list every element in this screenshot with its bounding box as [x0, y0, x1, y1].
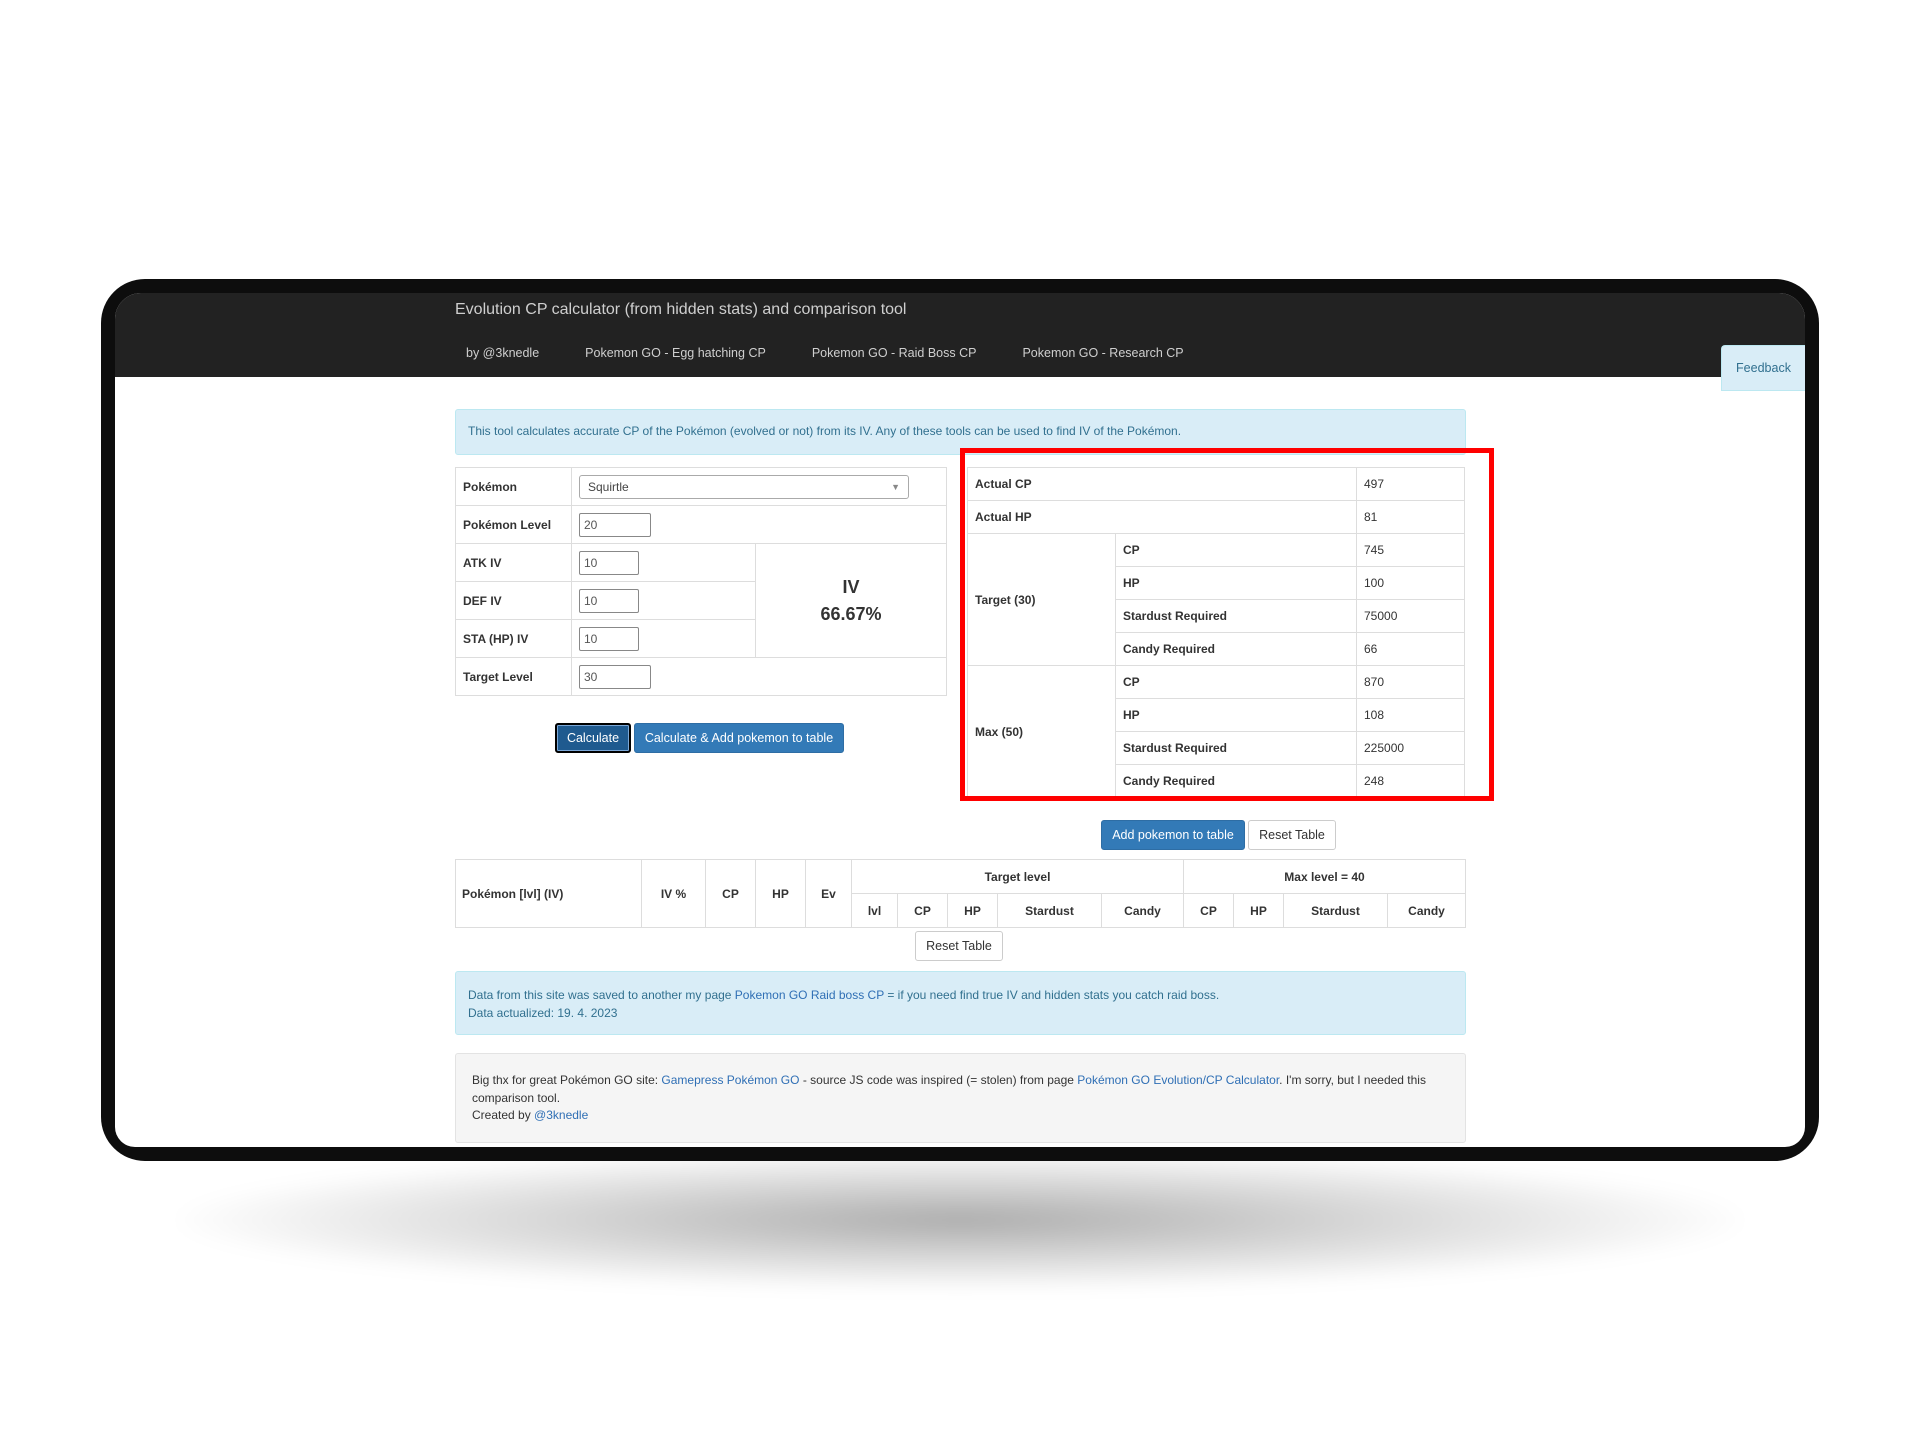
- pokemon-select-value: Squirtle: [588, 479, 629, 494]
- iv-title: IV: [842, 576, 860, 597]
- max-candy-label: Candy Required: [1115, 764, 1357, 798]
- max-stardust-value: 225000: [1356, 731, 1465, 765]
- col-pokemon[interactable]: Pokémon [lvl] (IV): [455, 859, 642, 928]
- atk-input-cell: [571, 543, 756, 582]
- browser-screen: Evolution CP calculator (from hidden sta…: [115, 293, 1805, 1147]
- nav-links: by @3knedle Pokemon GO - Egg hatching CP…: [456, 346, 1194, 360]
- max-group-label: Max (50): [967, 665, 1116, 798]
- col-target-candy[interactable]: Candy: [1101, 893, 1184, 928]
- target-stardust-label: Stardust Required: [1115, 599, 1357, 633]
- target-group-label: Target (30): [967, 533, 1116, 666]
- add-pokemon-button[interactable]: Add pokemon to table: [1101, 820, 1245, 850]
- max-hp-value: 108: [1356, 698, 1465, 732]
- group-max-level: Max level = 40: [1183, 859, 1466, 894]
- credits-text: Big thx for great Pokémon GO site: Gamep…: [472, 1072, 1449, 1107]
- target-hp-value: 100: [1356, 566, 1465, 600]
- col-max-candy[interactable]: Candy: [1387, 893, 1466, 928]
- data-alert-text: Data from this site was saved to another…: [468, 988, 735, 1002]
- group-target-level: Target level: [851, 859, 1184, 894]
- actual-cp-label: Actual CP: [967, 467, 1357, 501]
- max-hp-label: HP: [1115, 698, 1357, 732]
- target-candy-label: Candy Required: [1115, 632, 1357, 666]
- atk-label: ATK IV: [455, 543, 572, 582]
- raid-boss-cp-link[interactable]: Pokemon GO Raid boss CP: [735, 988, 884, 1002]
- col-target-stardust[interactable]: Stardust: [997, 893, 1102, 928]
- target-level-label: Target Level: [455, 657, 572, 696]
- credits-mid: - source JS code was inspired (= stolen)…: [799, 1073, 1078, 1087]
- created-by-text: Created by: [472, 1108, 535, 1122]
- actual-cp-value: 497: [1356, 467, 1465, 501]
- pokemon-select[interactable]: Squirtle ▼: [579, 474, 909, 499]
- nav-link-raid-boss[interactable]: Pokemon GO - Raid Boss CP: [802, 346, 987, 360]
- info-alert: This tool calculates accurate CP of the …: [455, 409, 1466, 455]
- target-candy-value: 66: [1356, 632, 1465, 666]
- device-shadow: [180, 1150, 1740, 1290]
- def-input-cell: [571, 581, 756, 620]
- def-label: DEF IV: [455, 581, 572, 620]
- pokemon-select-cell: Squirtle ▼: [571, 467, 947, 506]
- reset-table-button[interactable]: Reset Table: [1248, 820, 1336, 850]
- actual-hp-value: 81: [1356, 500, 1465, 534]
- level-input[interactable]: [579, 512, 651, 537]
- target-level-input-cell: [571, 657, 947, 696]
- evolution-calculator-link[interactable]: Pokémon GO Evolution/CP Calculator: [1077, 1073, 1279, 1087]
- col-max-hp[interactable]: HP: [1233, 893, 1284, 928]
- calculate-add-button[interactable]: Calculate & Add pokemon to table: [634, 723, 844, 753]
- actual-hp-label: Actual HP: [967, 500, 1357, 534]
- info-alert-text: This tool calculates accurate CP of the …: [468, 424, 1182, 438]
- col-cp[interactable]: CP: [705, 859, 756, 928]
- nav-link-research[interactable]: Pokemon GO - Research CP: [1012, 346, 1193, 360]
- target-cp-value: 745: [1356, 533, 1465, 567]
- reset-table-button-bottom[interactable]: Reset Table: [915, 931, 1003, 961]
- input-form-table: Pokémon Squirtle ▼ Pokémon Level ATK IV: [455, 467, 947, 696]
- max-cp-label: CP: [1115, 665, 1357, 699]
- gamepress-link[interactable]: Gamepress Pokémon GO: [661, 1073, 799, 1087]
- target-level-input[interactable]: [579, 664, 651, 689]
- site-title[interactable]: Evolution CP calculator (from hidden sta…: [455, 301, 906, 319]
- sta-iv-input[interactable]: [579, 626, 639, 651]
- sta-input-cell: [571, 619, 756, 658]
- col-ev[interactable]: Ev: [805, 859, 852, 928]
- col-target-cp[interactable]: CP: [897, 893, 948, 928]
- data-alert-text-post: = if you need find true IV and hidden st…: [883, 988, 1220, 1002]
- device-frame: Evolution CP calculator (from hidden sta…: [101, 279, 1819, 1161]
- max-stardust-label: Stardust Required: [1115, 731, 1357, 765]
- level-input-cell: [571, 505, 947, 544]
- col-max-stardust[interactable]: Stardust: [1283, 893, 1388, 928]
- target-hp-label: HP: [1115, 566, 1357, 600]
- credits-pre: Big thx for great Pokémon GO site:: [472, 1073, 662, 1087]
- atk-iv-input[interactable]: [579, 550, 639, 575]
- pokemon-label: Pokémon: [455, 467, 572, 506]
- col-max-cp[interactable]: CP: [1183, 893, 1234, 928]
- calculate-button[interactable]: Calculate: [555, 723, 631, 753]
- target-stardust-value: 75000: [1356, 599, 1465, 633]
- feedback-button[interactable]: Feedback: [1721, 345, 1805, 391]
- chevron-down-icon: ▼: [891, 481, 900, 492]
- col-iv[interactable]: IV %: [641, 859, 706, 928]
- results-table: Actual CP 497 Actual HP 81 Target (30) C…: [967, 467, 1465, 798]
- iv-result-cell: IV 66.67%: [755, 543, 947, 658]
- nav-link-egg-hatching[interactable]: Pokemon GO - Egg hatching CP: [575, 346, 776, 360]
- navbar: Evolution CP calculator (from hidden sta…: [115, 293, 1805, 391]
- def-iv-input[interactable]: [579, 588, 639, 613]
- col-target-hp[interactable]: HP: [947, 893, 998, 928]
- level-label: Pokémon Level: [455, 505, 572, 544]
- max-cp-value: 870: [1356, 665, 1465, 699]
- data-actualized: Data actualized: 19. 4. 2023: [468, 1006, 618, 1020]
- max-candy-value: 248: [1356, 764, 1465, 798]
- sta-label: STA (HP) IV: [455, 619, 572, 658]
- col-target-lvl[interactable]: lvl: [851, 893, 898, 928]
- target-cp-label: CP: [1115, 533, 1357, 567]
- iv-percent: 66.67%: [820, 603, 882, 624]
- nav-link-author[interactable]: by @3knedle: [456, 346, 549, 360]
- col-hp[interactable]: HP: [755, 859, 806, 928]
- credits-well: Big thx for great Pokémon GO site: Gamep…: [455, 1053, 1466, 1143]
- comparison-table: Pokémon [lvl] (IV) IV % CP HP Ev Target …: [455, 859, 1466, 928]
- data-alert: Data from this site was saved to another…: [455, 971, 1466, 1035]
- author-link[interactable]: @3knedle: [534, 1108, 588, 1122]
- created-by: Created by @3knedle: [472, 1107, 1449, 1125]
- data-alert-line1: Data from this site was saved to another…: [468, 986, 1453, 1004]
